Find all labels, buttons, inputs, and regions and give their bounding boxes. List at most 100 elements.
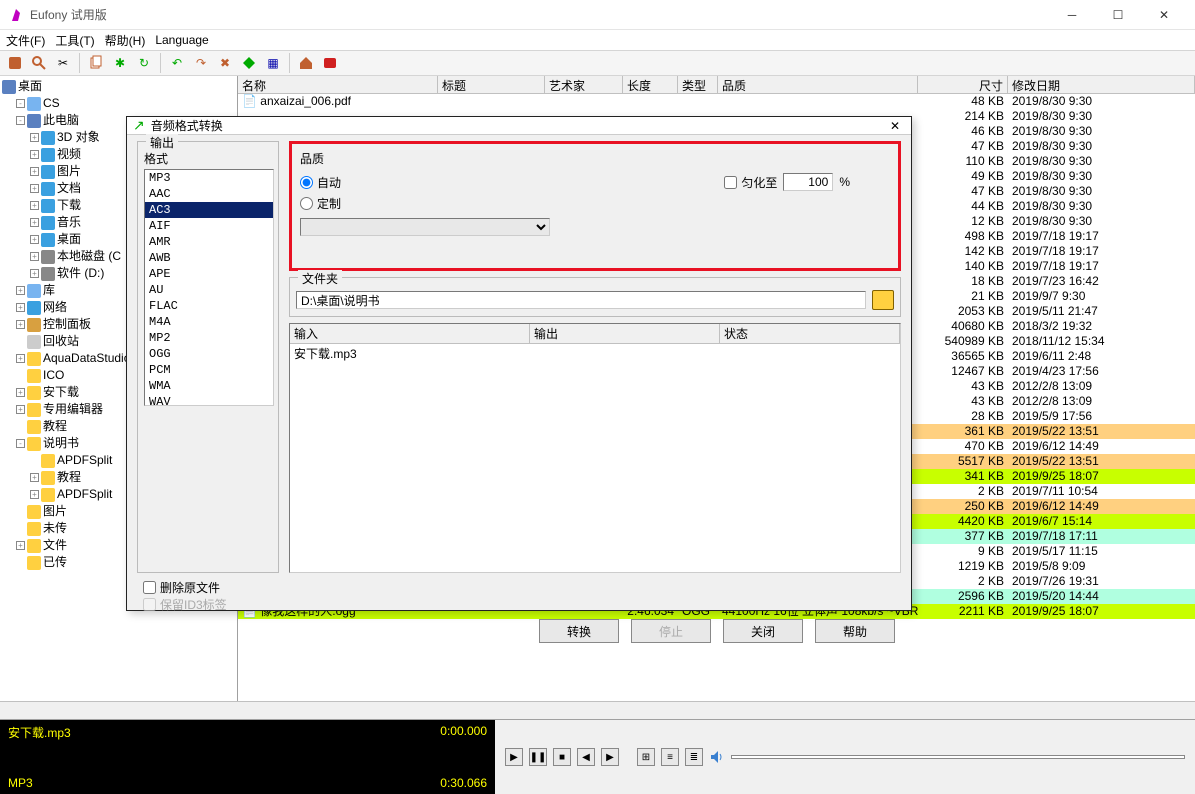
conversion-table[interactable]: 输入 输出 状态 安下载.mp3	[289, 323, 901, 573]
undo-icon[interactable]: ↶	[166, 52, 188, 74]
folder-input[interactable]	[296, 291, 866, 309]
close-button[interactable]: 关闭	[723, 619, 803, 643]
format-item[interactable]: APE	[145, 266, 273, 282]
player-btn-3[interactable]: ≣	[685, 748, 703, 766]
convert-button[interactable]: 转换	[539, 619, 619, 643]
menu-file[interactable]: 文件(F)	[6, 32, 45, 49]
tool-icon-3[interactable]: ▦	[262, 52, 284, 74]
player-time-1: 0:00.000	[440, 724, 487, 741]
col-length[interactable]: 长度	[623, 76, 678, 93]
format-item[interactable]: FLAC	[145, 298, 273, 314]
format-item[interactable]: AAC	[145, 186, 273, 202]
toolbar: ✂ ✱ ↻ ↶ ↷ ✖ ▦	[0, 50, 1195, 76]
titlebar: Eufony 试用版 ─ ☐ ✕	[0, 0, 1195, 30]
tool-icon-1[interactable]: ✖	[214, 52, 236, 74]
paste-icon[interactable]: ✱	[109, 52, 131, 74]
volume-slider[interactable]	[731, 755, 1185, 759]
app-icon	[8, 7, 24, 23]
io-row[interactable]: 安下载.mp3	[290, 344, 900, 363]
format-item[interactable]: AU	[145, 282, 273, 298]
player-btn-2[interactable]: ≡	[661, 748, 679, 766]
convert-icon: ↗	[133, 117, 145, 134]
delete-original-checkbox[interactable]: 删除原文件	[143, 579, 895, 596]
tree-item[interactable]: -CS	[2, 95, 235, 112]
prev-button[interactable]: ◀	[577, 748, 595, 766]
next-button[interactable]: ▶	[601, 748, 619, 766]
speaker-icon[interactable]	[709, 749, 725, 765]
minimize-button[interactable]: ─	[1049, 0, 1095, 30]
col-quality[interactable]: 品质	[718, 76, 918, 93]
col-date[interactable]: 修改日期	[1008, 76, 1195, 93]
format-item[interactable]: AIF	[145, 218, 273, 234]
player-display: 安下载.mp3 0:00.000 MP3 0:30.066	[0, 720, 495, 794]
io-col-status[interactable]: 状态	[720, 324, 900, 343]
close-button[interactable]: ✕	[1141, 0, 1187, 30]
format-item[interactable]: WMA	[145, 378, 273, 394]
format-item[interactable]: AWB	[145, 250, 273, 266]
tool-icon-2[interactable]	[238, 52, 260, 74]
folder-group-label: 文件夹	[298, 270, 342, 287]
quality-label: 品质	[300, 150, 890, 167]
equalize-checkbox[interactable]: 匀化至	[724, 174, 777, 191]
cut-icon[interactable]: ✂	[52, 52, 74, 74]
format-item[interactable]: M4A	[145, 314, 273, 330]
player-format: MP3	[8, 776, 33, 790]
table-row[interactable]: 📄 anxaizai_006.pdf 48 KB2019/8/30 9:30	[238, 94, 1195, 109]
output-group-label: 输出	[146, 134, 178, 151]
play-button[interactable]: ▶	[505, 748, 523, 766]
dialog-title: 音频格式转换	[151, 117, 885, 134]
io-col-output[interactable]: 输出	[530, 324, 720, 343]
tree-root[interactable]: 桌面	[18, 79, 42, 94]
home-icon[interactable]	[295, 52, 317, 74]
pause-button[interactable]: ❚❚	[529, 748, 547, 766]
book-icon[interactable]	[319, 52, 341, 74]
stop-button[interactable]: ■	[553, 748, 571, 766]
browse-folder-button[interactable]	[872, 290, 894, 310]
equalize-unit: %	[839, 175, 850, 189]
window-title: Eufony 试用版	[30, 6, 1049, 23]
menu-language[interactable]: Language	[155, 33, 208, 47]
player-file: 安下载.mp3	[8, 724, 71, 741]
format-item[interactable]: OGG	[145, 346, 273, 362]
quality-auto-radio[interactable]: 自动	[300, 174, 341, 191]
format-item[interactable]: WAV	[145, 394, 273, 406]
audio-convert-dialog: ↗ 音频格式转换 ✕ 输出 格式 MP3AACAC3AIFAMRAWBAPEAU…	[126, 116, 912, 611]
refresh-icon[interactable]: ↻	[133, 52, 155, 74]
format-item[interactable]: AMR	[145, 234, 273, 250]
col-artist[interactable]: 艺术家	[545, 76, 623, 93]
col-size[interactable]: 尺寸	[918, 76, 1008, 93]
list-header: 名称 标题 艺术家 长度 类型 品质 尺寸 修改日期	[238, 76, 1195, 94]
quality-group-highlighted: 品质 自动 匀化至 % 定制	[289, 141, 901, 271]
format-label: 格式	[144, 150, 272, 167]
col-type[interactable]: 类型	[678, 76, 718, 93]
player-time-2: 0:30.066	[440, 776, 487, 790]
separator	[79, 53, 80, 73]
menu-tools[interactable]: 工具(T)	[55, 32, 94, 49]
statusbar	[0, 701, 1195, 719]
separator	[289, 53, 290, 73]
dialog-close-button[interactable]: ✕	[885, 119, 905, 133]
toolbar-btn-1[interactable]	[4, 52, 26, 74]
col-name[interactable]: 名称	[238, 76, 438, 93]
quality-custom-radio[interactable]: 定制	[300, 195, 890, 212]
format-list[interactable]: MP3AACAC3AIFAMRAWBAPEAUFLACM4AMP2OGGPCMW…	[144, 169, 274, 406]
format-item[interactable]: MP3	[145, 170, 273, 186]
format-item[interactable]: AC3	[145, 202, 273, 218]
format-item[interactable]: MP2	[145, 330, 273, 346]
player-panel: 安下载.mp3 0:00.000 MP3 0:30.066 ▶ ❚❚ ■ ◀ ▶ ⊞…	[0, 719, 1195, 794]
copy-icon[interactable]	[85, 52, 107, 74]
equalize-input[interactable]	[783, 173, 833, 191]
stop-button: 停止	[631, 619, 711, 643]
maximize-button[interactable]: ☐	[1095, 0, 1141, 30]
separator	[160, 53, 161, 73]
search-icon[interactable]	[28, 52, 50, 74]
menu-help[interactable]: 帮助(H)	[105, 32, 146, 49]
keep-id3-checkbox: 保留ID3标签	[143, 596, 895, 613]
col-title[interactable]: 标题	[438, 76, 545, 93]
help-button[interactable]: 帮助	[815, 619, 895, 643]
player-btn-1[interactable]: ⊞	[637, 748, 655, 766]
redo-icon[interactable]: ↷	[190, 52, 212, 74]
io-col-input[interactable]: 输入	[290, 324, 530, 343]
quality-select[interactable]	[300, 218, 550, 236]
format-item[interactable]: PCM	[145, 362, 273, 378]
